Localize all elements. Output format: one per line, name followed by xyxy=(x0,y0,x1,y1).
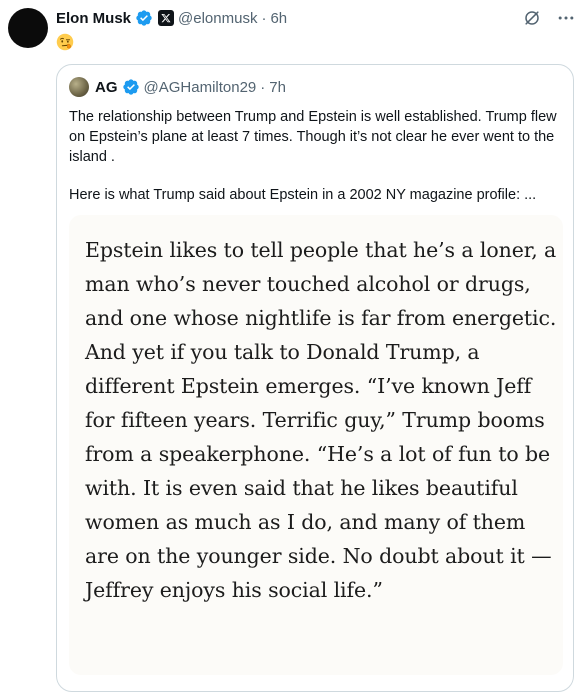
quoted-paragraph-1: The relationship between Trump and Epste… xyxy=(69,109,557,165)
post-header: Elon Musk @elonmusk · 6h xyxy=(56,8,287,28)
author-handle[interactable]: @elonmusk xyxy=(178,10,257,27)
verified-badge-icon[interactable] xyxy=(135,9,153,27)
post-time[interactable]: 6h xyxy=(270,10,287,27)
quoted-author-name: AG xyxy=(95,78,118,96)
raised-eyebrow-face-icon xyxy=(56,33,74,51)
quoted-author-handle: @AGHamilton29 xyxy=(143,78,257,96)
quoted-post-time: 7h xyxy=(269,78,286,96)
header-separator: · xyxy=(261,9,267,27)
magazine-clipping-image[interactable]: Epstein likes to tell people that he’s a… xyxy=(69,215,563,675)
quoted-verified-badge-icon xyxy=(122,78,140,96)
quoted-post-text: The relationship between Trump and Epste… xyxy=(69,107,563,205)
author-name[interactable]: Elon Musk xyxy=(56,10,131,27)
quoted-post[interactable]: AG @AGHamilton29 · 7h The relationship b… xyxy=(56,64,574,692)
magazine-clipping-text: Epstein likes to tell people that he’s a… xyxy=(85,238,557,602)
quoted-header-separator: · xyxy=(260,78,266,96)
post: Elon Musk @elonmusk · 6h AG @AGHamilton2… xyxy=(0,0,588,700)
more-options-icon[interactable] xyxy=(556,8,576,28)
quoted-post-header: AG @AGHamilton29 · 7h xyxy=(69,77,286,97)
quoted-author-avatar xyxy=(69,77,89,97)
x-affiliation-icon[interactable] xyxy=(158,10,175,26)
post-actions xyxy=(522,8,576,28)
quoted-paragraph-2: Here is what Trump said about Epstein in… xyxy=(69,187,537,203)
author-avatar[interactable] xyxy=(8,8,48,48)
grok-icon[interactable] xyxy=(522,8,542,28)
